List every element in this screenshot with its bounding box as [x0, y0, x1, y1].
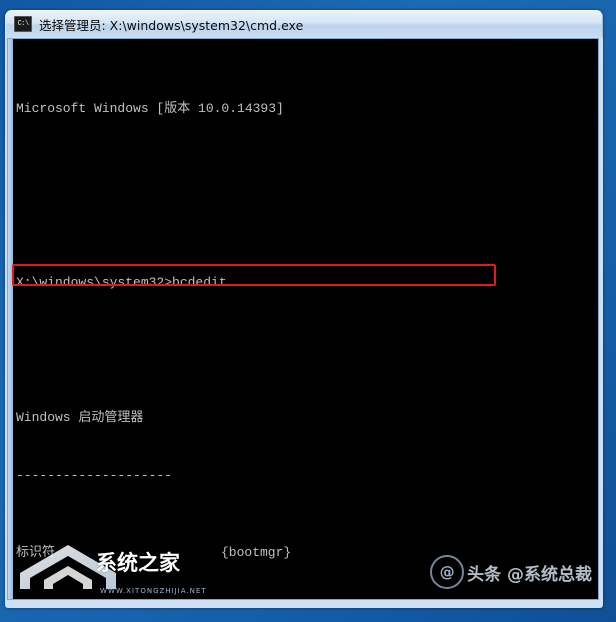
desktop-background: C:\ 选择管理员: X:\windows\system32\cmd.exe M…	[0, 0, 616, 622]
cmd-console-icon: C:\	[14, 16, 32, 32]
bcd-value: {bootmgr}	[221, 544, 292, 560]
output-line-prompt: X:\windows\system32>bcdedit	[16, 274, 227, 290]
window-title-bar[interactable]: C:\ 选择管理员: X:\windows\system32\cmd.exe	[5, 10, 603, 37]
section-heading-boot-manager: Windows 启动管理器	[16, 409, 144, 425]
watermark-brand-url: WWW.XITONGZHIJIA.NET	[100, 587, 207, 595]
watermark-brand-text: 系统之家	[96, 551, 180, 575]
window-title-text: 选择管理员: X:\windows\system32\cmd.exe	[39, 17, 304, 33]
output-line-blank-3	[16, 330, 594, 349]
output-line-blank-1	[16, 157, 594, 176]
output-line-blank-2	[16, 215, 594, 234]
section-rule-boot-manager: --------------------	[16, 467, 173, 483]
left-scroll-strip[interactable]	[8, 39, 13, 599]
console-client-area[interactable]: Microsoft Windows [版本 10.0.14393] X:\win…	[7, 38, 599, 600]
console-output-text: Microsoft Windows [版本 10.0.14393] X:\win…	[16, 41, 594, 599]
command-prompt-window[interactable]: C:\ 选择管理员: X:\windows\system32\cmd.exe M…	[5, 10, 603, 608]
output-line-version: Microsoft Windows [版本 10.0.14393]	[16, 100, 284, 116]
